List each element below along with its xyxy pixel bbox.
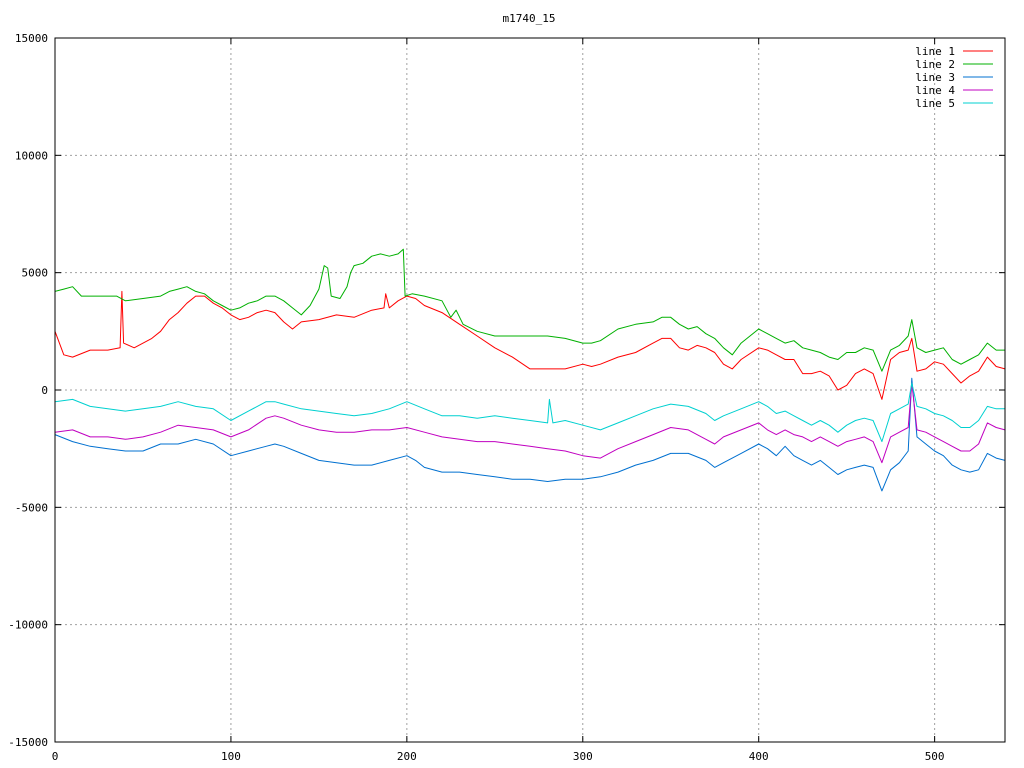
x-tick-label: 200 (397, 750, 417, 763)
x-tick-label: 100 (221, 750, 241, 763)
x-tick-label: 0 (52, 750, 59, 763)
line-chart: m1740_15 0 100 200 300 400 500 -15000 -10000 -5… (0, 0, 1024, 768)
chart-background (0, 0, 1024, 768)
legend-label: line 5 (915, 97, 955, 110)
legend-label: line 1 (915, 45, 955, 58)
y-tick-label: 0 (41, 384, 48, 397)
y-tick-label: -5000 (15, 501, 48, 514)
chart-title: m1740_15 (503, 12, 556, 25)
y-tick-label: -15000 (8, 736, 48, 749)
legend-label: line 3 (915, 71, 955, 84)
x-tick-label: 400 (749, 750, 769, 763)
x-tick-label: 300 (573, 750, 593, 763)
y-tick-label: 5000 (22, 267, 49, 280)
legend-label: line 2 (915, 58, 955, 71)
y-tick-label: -10000 (8, 619, 48, 632)
y-tick-label: 15000 (15, 32, 48, 45)
legend-label: line 4 (915, 84, 955, 97)
x-tick-label: 500 (925, 750, 945, 763)
y-tick-label: 10000 (15, 149, 48, 162)
